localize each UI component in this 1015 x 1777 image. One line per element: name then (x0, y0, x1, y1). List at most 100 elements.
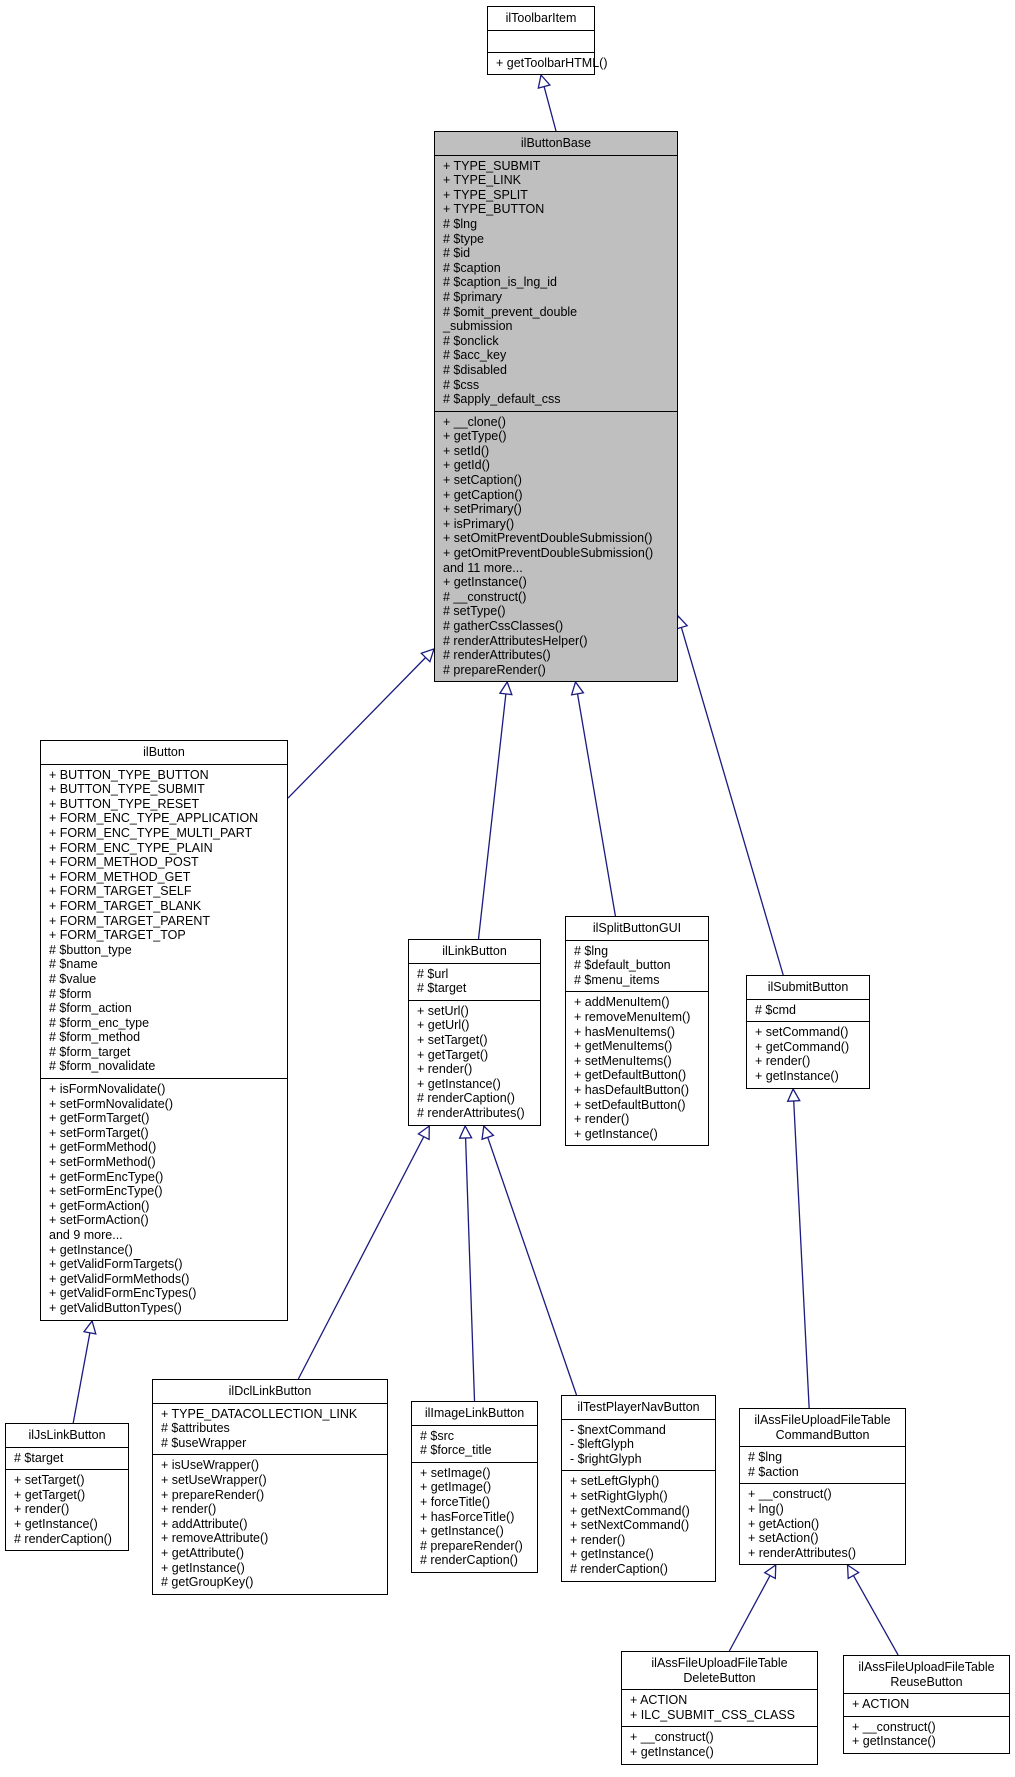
method: + getCaption() (443, 487, 523, 502)
method: + removeMenuItem() (574, 1009, 691, 1024)
method: + getInstance() (852, 1734, 936, 1749)
attribute: + TYPE_LINK (443, 173, 521, 188)
method: + getFormTarget() (49, 1111, 150, 1126)
edge-line (576, 693, 617, 917)
method: + prepareRender() (161, 1487, 265, 1502)
attribute: # $form_novalidate (49, 1059, 156, 1074)
attribute: + FORM_TARGET_SELF (49, 884, 192, 899)
method: + getValidFormMethods() (49, 1271, 190, 1286)
class-ilAssFileUploadFileTableCommandButton[interactable]: ilAssFileUploadFileTable CommandButton # … (739, 1408, 906, 1566)
method: + setDefaultButton() (574, 1097, 686, 1112)
attributes-section: # $lng # $default_button # $menu_items (566, 941, 708, 993)
attribute: + FORM_TARGET_PARENT (49, 913, 211, 928)
attribute: - $leftGlyph (570, 1437, 634, 1452)
class-ilToolbarItem[interactable]: ilToolbarItem + getToolbarHTML() (487, 6, 608, 76)
method: + forceTitle() (420, 1494, 491, 1509)
method: + getTarget() (14, 1487, 86, 1502)
edge-line (477, 693, 507, 940)
class-title: ilButton (41, 741, 287, 765)
attribute: # $value (49, 971, 97, 986)
attribute: # $caption_is_lng_id (443, 275, 557, 290)
method: + getValidButtonTypes() (49, 1300, 182, 1315)
method: + setId() (443, 443, 490, 458)
class-ilAssFileUploadFileTableReuseButton[interactable]: ilAssFileUploadFileTable ReuseButton + AC… (843, 1655, 1010, 1754)
attribute: # $button_type (49, 942, 132, 957)
attribute: # $form_target (49, 1044, 131, 1059)
methods-section: + setImage() + getImage() + forceTitle() + … (412, 1463, 537, 1572)
methods-section: + setCommand() + getCommand() + render() + … (747, 1022, 869, 1087)
method: + setFormTarget() (49, 1125, 149, 1140)
inheritance-arrowhead-icon (537, 73, 552, 90)
method: and 11 more... (443, 560, 523, 575)
inheritance-edge (786, 1087, 810, 1409)
attribute: # $target (14, 1450, 64, 1465)
attribute: # $cmd (755, 1002, 796, 1017)
method: and 9 more... (49, 1228, 123, 1242)
methods-section: + setTarget() + getTarget() + render() + ge… (6, 1470, 128, 1550)
method: + getUrl() (417, 1018, 470, 1033)
attribute: + ILC_SUBMIT_CSS_CLASS (630, 1707, 795, 1722)
attribute: - $rightGlyph (570, 1451, 642, 1466)
class-ilButtonBase[interactable]: ilButtonBase + TYPE_SUBMIT + TYPE_LINK + TY… (434, 131, 678, 683)
edge-line (793, 1100, 810, 1409)
inheritance-edge (728, 1563, 777, 1652)
attribute: + FORM_TARGET_BLANK (49, 898, 202, 913)
class-ilLinkButton[interactable]: ilLinkButton # $url # $target + setUrl() + g… (408, 939, 541, 1126)
method: + render() (574, 1112, 630, 1127)
method: + getNextCommand() (570, 1503, 690, 1518)
attribute: + FORM_TARGET_TOP (49, 928, 186, 943)
method: + getToolbarHTML() (496, 55, 608, 70)
method: + setImage() (420, 1465, 491, 1480)
method: + getMenuItems() (574, 1039, 673, 1054)
inheritance-arrowhead-icon (458, 1124, 473, 1139)
attributes-section: + TYPE_SUBMIT + TYPE_LINK + TYPE_SPLIT + TY… (435, 156, 677, 412)
methods-section: + getToolbarHTML() (488, 53, 608, 75)
method: + getId() (443, 458, 490, 473)
class-ilImageLinkButton[interactable]: ilImageLinkButton # $src # $force_title + s… (411, 1401, 538, 1573)
class-ilSplitButtonGUI[interactable]: ilSplitButtonGUI # $lng # $default_button #… (565, 916, 709, 1147)
class-title: ilAssFileUploadFileTable DeleteButton (622, 1652, 817, 1691)
class-ilSubmitButton[interactable]: ilSubmitButton # $cmd + setCommand() + getC… (746, 975, 870, 1089)
inheritance-arrowhead-icon (570, 680, 585, 696)
method: + isUseWrapper() (161, 1458, 260, 1473)
attributes-section (488, 31, 594, 53)
method: + setFormEncType() (49, 1184, 163, 1199)
attribute: + FORM_METHOD_GET (49, 869, 191, 884)
attribute: # $id (443, 246, 471, 261)
attribute: + ACTION (852, 1697, 910, 1712)
attribute: + TYPE_BUTTON (443, 202, 545, 217)
attributes-section: - $nextCommand - $leftGlyph - $rightGlyph (562, 1420, 715, 1472)
class-ilDclLinkButton[interactable]: ilDclLinkButton + TYPE_DATACOLLECTION_LIN… (152, 1379, 388, 1595)
attribute: # $form_method (49, 1030, 141, 1045)
methods-section: + __construct() + getInstance() (622, 1727, 817, 1763)
attribute: # $lng (574, 943, 609, 958)
class-title: ilSubmitButton (747, 976, 869, 1000)
attribute: + ACTION (630, 1693, 688, 1708)
class-ilButton[interactable]: ilButton + BUTTON_TYPE_BUTTON + BUTTON_TYP… (40, 740, 288, 1321)
method: + hasForceTitle() (420, 1509, 515, 1524)
method: + __construct() (630, 1730, 714, 1745)
attributes-section: # $target (6, 1448, 128, 1471)
inheritance-arrowhead-icon (786, 1087, 801, 1102)
class-ilJsLinkButton[interactable]: ilJsLinkButton # $target + setTarget() + ge… (5, 1423, 129, 1552)
inheritance-arrowhead-icon (417, 1124, 430, 1141)
class-title: ilButtonBase (435, 132, 677, 156)
method: + setFormNovalidate() (49, 1096, 173, 1111)
attribute: # $omit_prevent_double (443, 304, 578, 319)
attribute: # $primary (443, 289, 503, 304)
attribute: - $nextCommand (570, 1422, 666, 1437)
attribute: # $force_title (420, 1443, 492, 1458)
class-title: ilTestPlayerNavButton (562, 1396, 715, 1420)
class-ilAssFileUploadFileTableDeleteButton[interactable]: ilAssFileUploadFileTable DeleteButton + A… (621, 1651, 818, 1765)
attributes-section: + ACTION (844, 1694, 1009, 1717)
method: + setAction() (748, 1531, 819, 1546)
method: # renderCaption() (420, 1553, 518, 1568)
attribute: # $css (443, 377, 480, 392)
class-ilTestPlayerNavButton[interactable]: ilTestPlayerNavButton - $nextCommand - $le… (561, 1395, 716, 1582)
attribute: # $default_button (574, 958, 671, 973)
inheritance-edge (537, 73, 557, 132)
method: + lng() (748, 1501, 784, 1516)
method: + render() (755, 1054, 811, 1069)
method: + __construct() (748, 1487, 832, 1502)
attributes-section: # $src # $force_title (412, 1426, 537, 1463)
